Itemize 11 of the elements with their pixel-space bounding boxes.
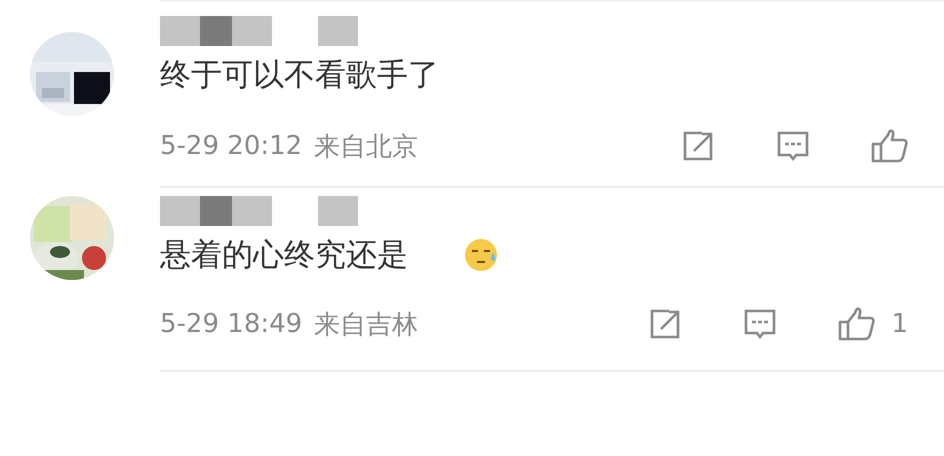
comment-text: 终于可以不看歌手了 bbox=[160, 56, 439, 95]
comment-icon[interactable] bbox=[776, 130, 810, 162]
comment-icon[interactable] bbox=[743, 308, 778, 340]
like-count: 1 bbox=[891, 309, 908, 339]
comment-text: 悬着的心终究还是 bbox=[160, 236, 408, 275]
thumbs-up-icon[interactable] bbox=[837, 307, 876, 341]
timestamp: 5-29 18:49 bbox=[160, 309, 302, 339]
location-text: 来自北京 bbox=[314, 130, 418, 164]
thumbs-up-icon[interactable] bbox=[870, 129, 908, 163]
location-text: 来自吉林 bbox=[314, 308, 418, 342]
timestamp: 5-29 20:12 bbox=[160, 131, 302, 161]
